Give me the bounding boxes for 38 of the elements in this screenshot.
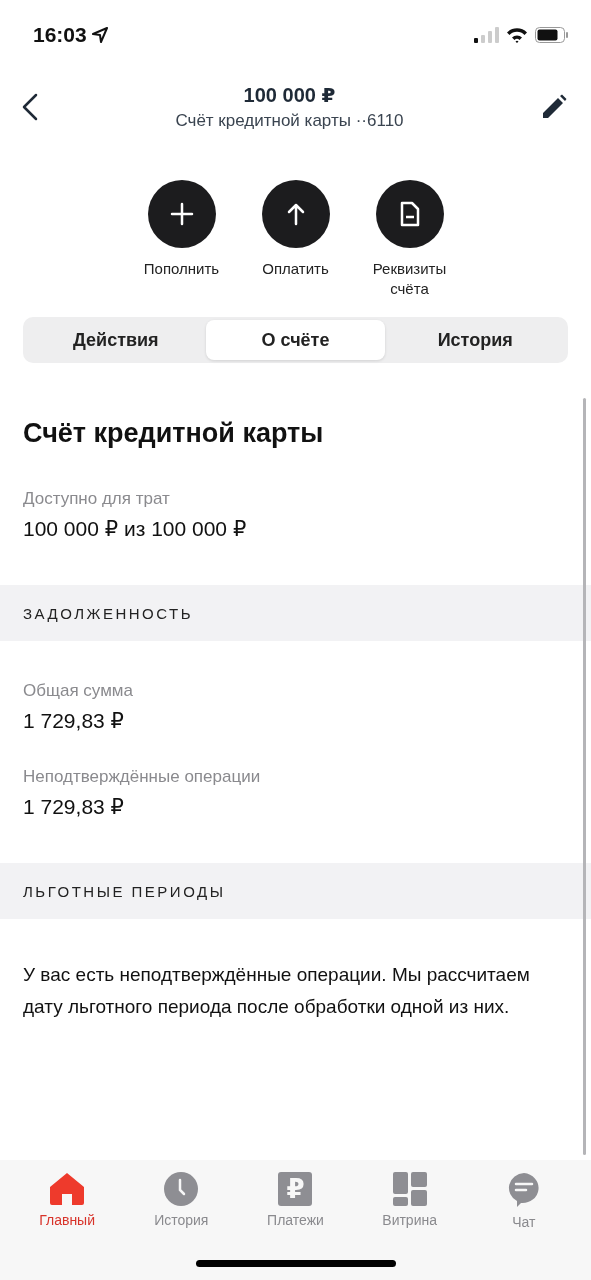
action-label: Реквизиты счёта (371, 259, 448, 299)
plus-icon (169, 202, 194, 226)
signal-icon (474, 27, 499, 43)
tab-bar-item[interactable]: История (131, 1172, 232, 1230)
wifi-icon (506, 27, 528, 43)
account-balance: 100 000 ₽ (243, 83, 336, 107)
field-value: 100 000 ₽ из 100 000 ₽ (23, 517, 248, 541)
field-value: 1 729,83 ₽ (23, 709, 125, 733)
tab-bar-item[interactable]: Чат (473, 1172, 574, 1230)
tiles-icon (392, 1172, 427, 1206)
field-label: Неподтверждённые операции (23, 767, 262, 787)
clock-icon (164, 1172, 199, 1206)
field-label: Доступно для трат (23, 489, 171, 509)
section-title: ЗАДОЛЖЕННОСТЬ (23, 604, 194, 622)
pencil-icon[interactable] (541, 94, 567, 120)
up-arrow-icon (285, 202, 306, 226)
segment-tab[interactable]: История (385, 320, 565, 360)
battery-icon (535, 27, 569, 43)
info-text: У вас есть неподтверждённые операции. Мы рассчитаем дату льготного периода после обработки одной из них. (23, 963, 531, 1019)
ruble-icon: ₽ (278, 1172, 313, 1206)
status-time: 16:03 (33, 23, 87, 47)
segment-tab[interactable]: Действия (26, 320, 206, 360)
tab-bar-item[interactable]: Витрина (359, 1172, 460, 1230)
action-label: Оплатить (262, 259, 329, 279)
chat-icon (506, 1172, 541, 1208)
segment-tab[interactable]: О счёте (205, 320, 386, 360)
tab-bar-item[interactable]: Главный (17, 1172, 118, 1230)
action-label: Пополнить (143, 259, 220, 279)
section-title: ЛЬГОТНЫЕ ПЕРИОДЫ (23, 882, 226, 900)
section-heading: Счёт кредитной карты (23, 418, 325, 449)
document-icon (399, 201, 420, 227)
home-icon (49, 1172, 86, 1206)
tab-bar-item[interactable]: ₽ Платежи (245, 1172, 346, 1230)
back-icon[interactable] (22, 93, 38, 121)
field-value: 1 729,83 ₽ (23, 795, 125, 819)
location-arrow-icon (91, 27, 108, 43)
field-label: Общая сумма (23, 681, 134, 701)
account-name: Счёт кредитной карты ··6110 (175, 111, 404, 131)
